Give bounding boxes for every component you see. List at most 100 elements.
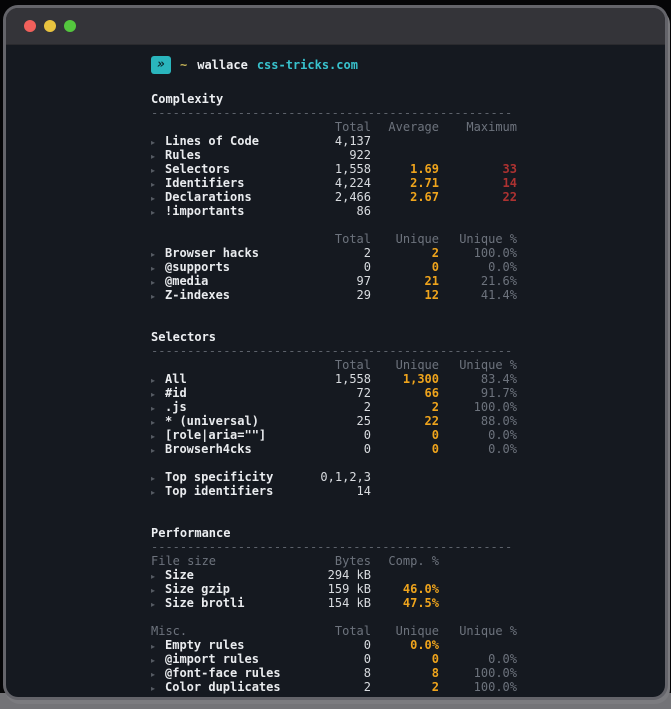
close-button[interactable]: [24, 20, 36, 32]
header-label-cell: Misc.: [151, 624, 291, 638]
table-row: ▸.js22100.0%: [151, 400, 517, 414]
section-title: Selectors: [151, 330, 517, 344]
table-row: ▸Empty rules00.0%: [151, 638, 517, 652]
row-label: Browser hacks: [165, 246, 259, 260]
row-label: Top specificity: [165, 470, 273, 484]
table-row: ▸Top identifiers14: [151, 484, 517, 498]
table-cell: 41.4%: [439, 288, 517, 304]
row-label: @import rules: [165, 652, 259, 666]
row-label-cell: ▸Top identifiers: [151, 484, 291, 500]
row-label: !importants: [165, 204, 244, 218]
column-header: Bytes: [291, 554, 371, 568]
table-cell: 86: [291, 204, 371, 220]
prompt-command: wallace: [197, 58, 248, 72]
row-label: * (universal): [165, 414, 259, 428]
table-row: ▸Declarations2,4662.6722: [151, 190, 517, 204]
table-cell: 12: [371, 288, 439, 304]
row-label: Browserh4cks: [165, 442, 252, 456]
row-label: @supports: [165, 260, 230, 274]
column-header: Total: [291, 624, 371, 638]
table-cell: 14: [291, 484, 371, 500]
table-row: ▸Lines of Code4,137: [151, 134, 517, 148]
report-table: TotalUniqueUnique %▸All1,5581,30083.4%▸#…: [151, 358, 517, 456]
table-row: ▸Browser hacks22100.0%: [151, 246, 517, 260]
row-label-cell: ▸Browserh4cks: [151, 442, 291, 458]
table-cell: 2: [291, 680, 371, 696]
report-table: ▸Top specificity0,1,2,3▸Top identifiers1…: [151, 470, 517, 498]
header-label: File size: [151, 554, 216, 568]
table-row: ▸Selectors1,5581.6933: [151, 162, 517, 176]
row-label: Top identifiers: [165, 484, 273, 498]
table-cell: [439, 204, 517, 220]
table-row: ▸[role|aria=""]000.0%: [151, 428, 517, 442]
row-label: @font-face rules: [165, 666, 281, 680]
terminal-window: » ~ wallace css-tricks.com Complexity---…: [6, 8, 665, 697]
report-table: TotalUniqueUnique %▸Browser hacks22100.0…: [151, 232, 517, 302]
table-row: ▸Color duplicates22100.0%: [151, 680, 517, 694]
table-cell: [439, 596, 517, 612]
row-label: All: [165, 372, 187, 386]
table-cell: 100.0%: [439, 680, 517, 696]
table-row: ▸Size brotli154 kB47.5%: [151, 596, 517, 610]
table-cell: [371, 204, 439, 220]
row-bullet-icon: ▸: [151, 486, 165, 500]
row-label-cell: ▸Color duplicates: [151, 680, 291, 696]
header-label-cell: [151, 358, 291, 372]
table-cell: 0: [371, 442, 439, 458]
section-separator: ----------------------------------------…: [151, 106, 517, 120]
maximize-button[interactable]: [64, 20, 76, 32]
shell-badge-icon: »: [151, 56, 171, 74]
minimize-button[interactable]: [44, 20, 56, 32]
window-titlebar[interactable]: [6, 8, 665, 45]
column-header: Unique: [371, 624, 439, 638]
column-header: Average: [371, 120, 439, 134]
table-header-row: Misc. TotalUniqueUnique %: [151, 624, 517, 638]
header-label: Misc.: [151, 624, 187, 638]
terminal-content[interactable]: » ~ wallace css-tricks.com Complexity---…: [6, 45, 517, 694]
row-label: Size: [165, 568, 194, 582]
row-bullet-icon: ▸: [151, 290, 165, 304]
table-row: ▸Z-indexes291241.4%: [151, 288, 517, 302]
column-header: Unique: [371, 232, 439, 246]
row-label: Identifiers: [165, 176, 244, 190]
column-header: Total: [291, 232, 371, 246]
prompt-line: » ~ wallace css-tricks.com: [151, 55, 517, 75]
header-label-cell: [151, 120, 291, 134]
row-label: [role|aria=""]: [165, 428, 266, 442]
table-row: ▸All1,5581,30083.4%: [151, 372, 517, 386]
table-cell: 29: [291, 288, 371, 304]
row-label-cell: ▸!importants: [151, 204, 291, 220]
table-cell: 47.5%: [371, 596, 439, 612]
column-header: Total: [291, 120, 371, 134]
table-row: ▸#id726691.7%: [151, 386, 517, 400]
table-row: ▸@import rules000.0%: [151, 652, 517, 666]
table-row: ▸Size gzip159 kB46.0%: [151, 582, 517, 596]
row-bullet-icon: ▸: [151, 598, 165, 612]
table-row: ▸Browserh4cks000.0%: [151, 442, 517, 456]
row-label-cell: ▸Size brotli: [151, 596, 291, 612]
table-row: ▸!importants86: [151, 204, 517, 218]
table-row: ▸Size294 kB: [151, 568, 517, 582]
report-table: TotalAverageMaximum▸Lines of Code4,137▸R…: [151, 120, 517, 218]
column-header: Unique %: [439, 232, 517, 246]
row-bullet-icon: ▸: [151, 682, 165, 696]
row-label: Rules: [165, 148, 201, 162]
table-header-row: TotalUniqueUnique %: [151, 358, 517, 372]
row-bullet-icon: ▸: [151, 206, 165, 220]
row-label: Size brotli: [165, 596, 244, 610]
header-label-cell: File size: [151, 554, 291, 568]
table-row: ▸Top specificity0,1,2,3: [151, 470, 517, 484]
report-output: Complexity------------------------------…: [151, 92, 517, 694]
section-title: Performance: [151, 526, 517, 540]
table-cell: [371, 484, 439, 500]
report-table: Misc. TotalUniqueUnique %▸Empty rules00.0…: [151, 624, 517, 694]
column-header: [439, 554, 517, 568]
table-row: ▸Identifiers4,2242.7114: [151, 176, 517, 190]
section-separator: ----------------------------------------…: [151, 540, 517, 554]
row-label: Selectors: [165, 162, 230, 176]
table-row: ▸@supports000.0%: [151, 260, 517, 274]
column-header: Comp. %: [371, 554, 439, 568]
column-header: Unique %: [439, 624, 517, 638]
table-cell: 0: [291, 442, 371, 458]
row-label: #id: [165, 386, 187, 400]
